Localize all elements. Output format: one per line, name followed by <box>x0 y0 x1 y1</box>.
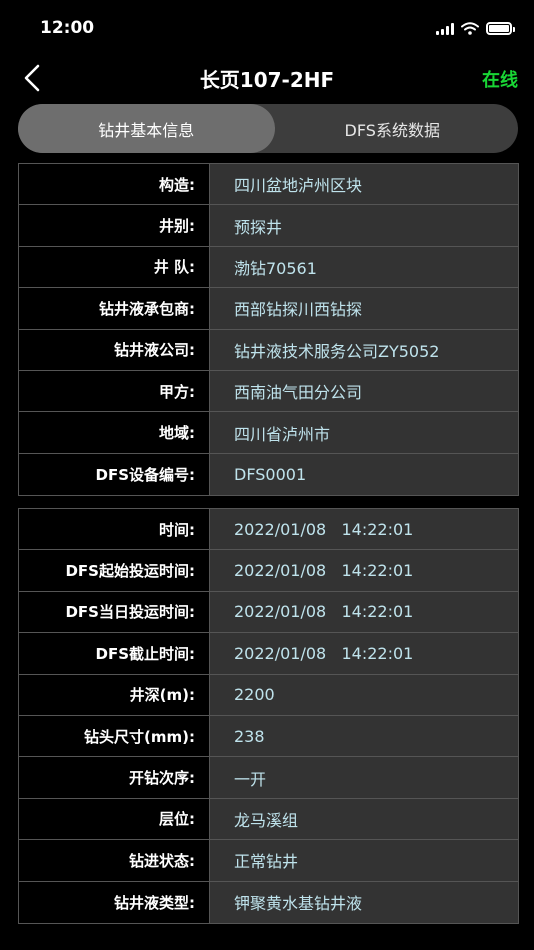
signal-icon <box>436 22 454 35</box>
basic-info-row: 地域: 四川省泸州市 <box>19 412 518 454</box>
field-label: DFS起始投运时间: <box>19 550 210 591</box>
field-label: 地域: <box>19 412 210 453</box>
field-value: 西南油气田分公司 <box>210 370 518 412</box>
field-value: 预探井 <box>210 205 518 246</box>
tab-dfs-data[interactable]: DFS系统数据 <box>267 104 518 153</box>
field-label: 井 队: <box>19 246 210 288</box>
field-label: 钻井液公司: <box>19 329 210 370</box>
run-info-row: DFS截止时间: 2022/01/08 14:22:01 <box>19 633 518 675</box>
basic-info-row: 井别: 预探井 <box>19 205 518 247</box>
field-label: 钻井液类型: <box>19 881 210 923</box>
basic-info-row: DFS设备编号: DFS0001 <box>19 453 518 496</box>
status-icons <box>436 22 515 35</box>
field-value: 钾聚黄水基钻井液 <box>210 881 518 923</box>
field-label: 层位: <box>19 798 210 840</box>
tab-basic-info[interactable]: 钻井基本信息 <box>18 104 275 153</box>
page-title: 长页107-2HF <box>199 68 335 92</box>
field-label: 构造: <box>19 164 210 205</box>
field-label: 钻井液承包商: <box>19 288 210 329</box>
field-label: DFS设备编号: <box>19 453 210 496</box>
field-value: 238 <box>210 715 518 757</box>
field-label: 开钻次序: <box>19 757 210 798</box>
status-time: 12:00 <box>40 18 95 38</box>
field-label: 钻进状态: <box>19 840 210 881</box>
field-value: 四川盆地泸州区块 <box>210 164 518 205</box>
wifi-icon <box>461 22 479 35</box>
run-info-row: DFS起始投运时间: 2022/01/08 14:22:01 <box>19 550 518 592</box>
run-info-row: 钻井液类型: 钾聚黄水基钻井液 <box>19 881 518 923</box>
tab-bar: 钻井基本信息 DFS系统数据 <box>18 104 518 153</box>
basic-info-row: 井 队: 渤钻70561 <box>19 246 518 289</box>
field-label: 甲方: <box>19 370 210 412</box>
field-value: 2022/01/08 14:22:01 <box>210 550 518 591</box>
field-label: DFS截止时间: <box>19 633 210 674</box>
field-value: DFS0001 <box>210 453 518 496</box>
field-label: 井别: <box>19 205 210 246</box>
run-info-row: 时间: 2022/01/08 14:22:01 <box>19 509 518 551</box>
run-info-row: 钻头尺寸(mm): 238 <box>19 715 518 758</box>
field-value: 2022/01/08 14:22:01 <box>210 633 518 674</box>
field-value: 四川省泸州市 <box>210 412 518 453</box>
field-value: 一开 <box>210 757 518 798</box>
run-info-row: 井深(m): 2200 <box>19 674 518 716</box>
run-info-row: 层位: 龙马溪组 <box>19 798 518 841</box>
field-value: 钻井液技术服务公司ZY5052 <box>210 329 518 370</box>
run-info-row: 钻进状态: 正常钻井 <box>19 840 518 882</box>
field-value: 2022/01/08 14:22:01 <box>210 509 518 550</box>
basic-info-table: 构造: 四川盆地泸州区块 井别: 预探井井 队: 渤钻70561 钻井液承包商: 西部钻探川… <box>18 163 519 497</box>
field-label: DFS当日投运时间: <box>19 591 210 633</box>
run-info-row: 开钻次序: 一开 <box>19 757 518 799</box>
field-label: 钻头尺寸(mm): <box>19 715 210 757</box>
run-info-table: 时间: 2022/01/08 14:22:01 DFS起始投运时间: 2022/01/… <box>18 508 519 924</box>
basic-info-row: 构造: 四川盆地泸州区块 <box>19 164 518 206</box>
battery-icon <box>486 22 515 35</box>
field-label: 时间: <box>19 509 210 550</box>
field-value: 渤钻70561 <box>210 246 518 288</box>
online-status-badge: 在线 <box>482 70 518 91</box>
field-value: 2022/01/08 14:22:01 <box>210 591 518 633</box>
status-bar: 12:00 <box>0 0 534 58</box>
run-info-row: DFS当日投运时间: 2022/01/08 14:22:01 <box>19 591 518 634</box>
field-value: 正常钻井 <box>210 840 518 881</box>
field-value: 2200 <box>210 674 518 715</box>
basic-info-row: 甲方: 西南油气田分公司 <box>19 370 518 413</box>
basic-info-row: 钻井液承包商: 西部钻探川西钻探 <box>19 288 518 330</box>
field-value: 西部钻探川西钻探 <box>210 288 518 329</box>
basic-info-row: 钻井液公司: 钻井液技术服务公司ZY5052 <box>19 329 518 371</box>
field-label: 井深(m): <box>19 674 210 715</box>
nav-bar: 长页107-2HF 在线 <box>0 58 534 98</box>
field-value: 龙马溪组 <box>210 798 518 840</box>
